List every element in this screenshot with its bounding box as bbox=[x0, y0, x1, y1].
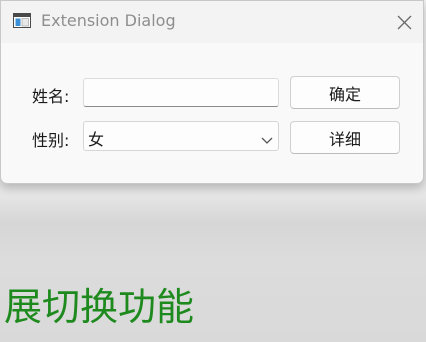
gender-label: 性别: bbox=[32, 131, 70, 150]
name-label: 姓名: bbox=[32, 87, 70, 106]
window-title: Extension Dialog bbox=[41, 11, 176, 30]
details-button[interactable]: 详细 bbox=[290, 121, 400, 154]
app-window-icon bbox=[13, 13, 31, 28]
extension-dialog: Extension Dialog 姓名: 性别: 女 确定 详细 bbox=[0, 0, 424, 184]
close-icon bbox=[397, 15, 412, 30]
ok-button[interactable]: 确定 bbox=[290, 76, 400, 109]
gender-selected-value: 女 bbox=[88, 130, 105, 149]
name-input[interactable] bbox=[83, 78, 279, 107]
close-button[interactable] bbox=[393, 11, 415, 33]
background-caption: 展切换功能 bbox=[4, 285, 195, 329]
title-bar[interactable]: Extension Dialog bbox=[1, 1, 423, 43]
chevron-down-icon bbox=[260, 131, 274, 144]
gender-combobox[interactable]: 女 bbox=[83, 121, 279, 151]
